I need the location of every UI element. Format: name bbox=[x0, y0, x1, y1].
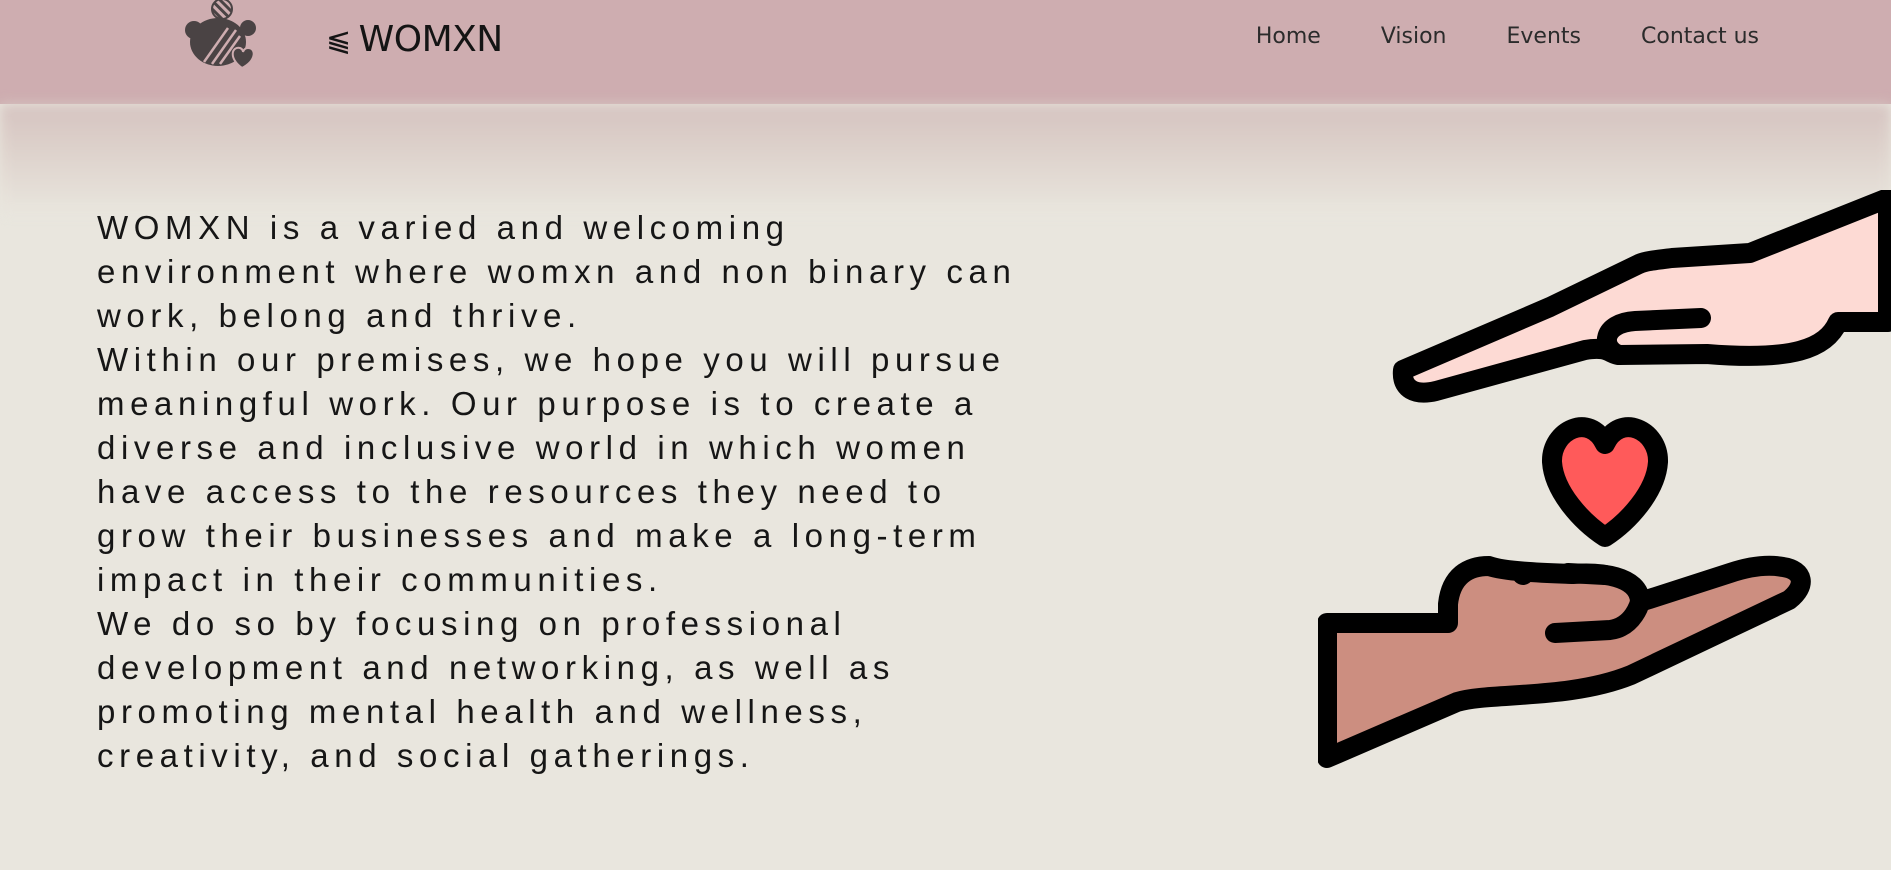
nav-contact-link[interactable]: Contact us bbox=[1641, 20, 1759, 54]
focus-paragraph: We do so by focusing on professional dev… bbox=[97, 605, 895, 774]
womxn-logo-icon[interactable] bbox=[184, 0, 260, 74]
brand-name: WOMXN bbox=[358, 18, 504, 60]
brand-mark-icon: ⫹ bbox=[326, 21, 351, 57]
main-nav: Home Vision Events Contact us bbox=[1256, 20, 1759, 54]
brand[interactable]: ⫹ WOMXN bbox=[326, 14, 503, 64]
nav-vision-link[interactable]: Vision bbox=[1381, 20, 1447, 54]
navbar: ⫹ WOMXN Home Vision Events Contact us bbox=[0, 0, 1891, 104]
hands-heart-icon bbox=[1317, 188, 1891, 770]
mission-text: WOMXN is a varied and welcoming environm… bbox=[97, 206, 1037, 778]
purpose-paragraph: Within our premises, we hope you will pu… bbox=[97, 341, 1006, 598]
intro-paragraph: WOMXN is a varied and welcoming environm… bbox=[97, 209, 1017, 334]
nav-home-link[interactable]: Home bbox=[1256, 20, 1321, 54]
nav-events-link[interactable]: Events bbox=[1507, 20, 1582, 54]
